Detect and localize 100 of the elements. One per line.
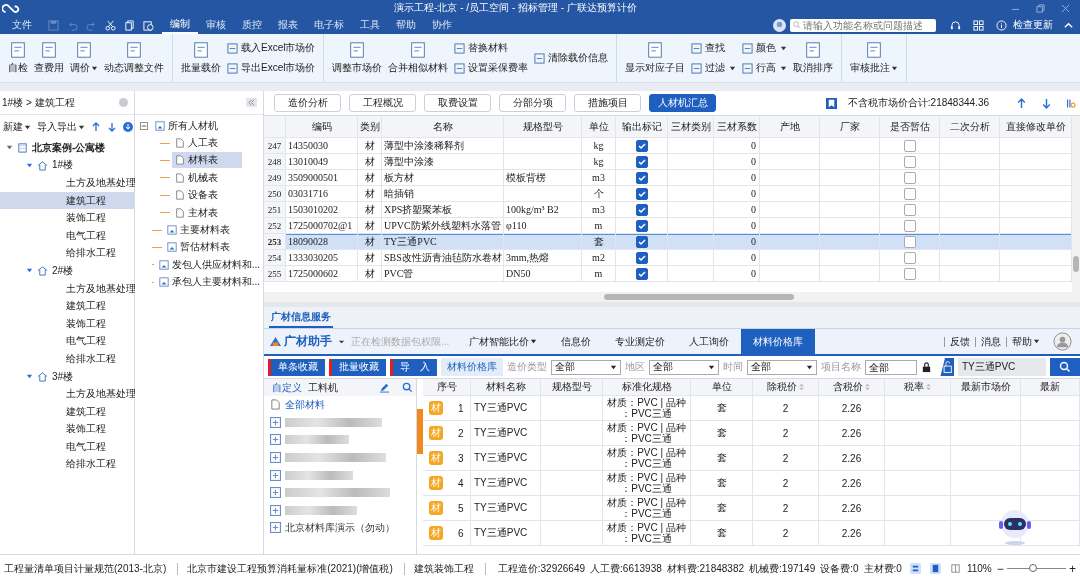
checkbox[interactable] (635, 139, 648, 152)
restore-icon[interactable] (1036, 3, 1045, 13)
checkbox[interactable] (903, 235, 916, 248)
ribbon-button[interactable]: 动态调整文件 (104, 41, 164, 75)
menu-item[interactable]: 报表 (270, 17, 306, 33)
avatar-icon[interactable] (1053, 332, 1072, 351)
view-tab[interactable]: 人材机汇总 (649, 94, 716, 112)
expand-icon[interactable] (270, 469, 281, 481)
caret-icon[interactable] (338, 338, 345, 345)
ribbon-button[interactable]: 调价 (70, 41, 98, 75)
checkbox[interactable] (903, 203, 916, 216)
tree-item[interactable]: 材料表 (172, 152, 242, 169)
dropdown[interactable]: 全部 (649, 359, 719, 375)
table-row[interactable]: 251 1503010202 材 XPS挤塑聚苯板 100kg/m³ B2 m3 0 (264, 202, 1072, 218)
table-row[interactable]: 250 03031716 材 暗插销 个 0 (264, 186, 1072, 202)
view-tab[interactable]: 分部分项 (499, 94, 566, 112)
nav-tab[interactable]: 人工询价 (677, 329, 742, 354)
tree-item[interactable]: 电气工程 (0, 438, 134, 456)
ribbon-button[interactable]: 合并相似材料 (388, 41, 449, 75)
tree-item[interactable]: 装饰工程 (0, 420, 134, 439)
action-button[interactable]: 单条收藏 (268, 358, 325, 376)
checkbox[interactable] (903, 139, 916, 152)
close-icon[interactable] (1061, 3, 1070, 13)
ribbon-button[interactable]: 导出Excel市场价 (227, 61, 316, 75)
tree-item[interactable]: 建筑工程 (0, 402, 134, 421)
collapse-panel-icon[interactable] (246, 98, 257, 107)
tree-item[interactable]: 暂估材料表 (164, 239, 233, 256)
side-tab[interactable]: 自定义 (272, 380, 302, 395)
tree-item[interactable]: 装饰工程 (0, 209, 134, 227)
tree-item[interactable]: 建筑工程 (0, 297, 134, 315)
checkbox[interactable] (635, 203, 648, 216)
ribbon-button[interactable]: 过滤 (691, 61, 737, 75)
ribbon-button[interactable]: 颜色 (742, 41, 788, 55)
layout-icon[interactable] (909, 563, 921, 574)
search-field[interactable]: 请输入功能名称或问题描述 (790, 18, 936, 32)
up-arrow-icon[interactable] (1016, 97, 1027, 109)
nav-tab[interactable]: 信息价 (549, 329, 604, 354)
tree-item[interactable]: 北京案例-公寓楼 (0, 139, 134, 157)
dropdown[interactable]: 全部 (551, 359, 621, 375)
action-button[interactable]: 导 入 (390, 358, 437, 376)
search-icon[interactable] (402, 382, 413, 393)
column-settings-icon[interactable] (1066, 97, 1077, 109)
view-tab[interactable]: 造价分析 (274, 94, 341, 112)
nav-tab[interactable]: 专业测定价 (603, 329, 678, 354)
tree-item[interactable]: 给排水工程 (0, 350, 134, 368)
ribbon-button[interactable]: 设置采保费率 (454, 61, 529, 75)
ribbon-button[interactable]: 自检 (8, 41, 28, 75)
expand-icon[interactable] (270, 522, 281, 534)
zoom-in-button[interactable]: + (1069, 561, 1076, 576)
tree-item[interactable]: 2#楼 (0, 262, 134, 280)
table-row[interactable]: 材 2 TY三通PVC 材质：PVC | 品种 ：PVC三通 套 2 2.26 (423, 421, 1080, 446)
tree-item[interactable]: 给排水工程 (0, 455, 134, 474)
table-row[interactable]: 248 13010049 材 薄型中涂漆 kg 0 (264, 154, 1072, 170)
view-tab[interactable]: 工程概况 (349, 94, 416, 112)
table-row[interactable]: 材 4 TY三通PVC 材质：PVC | 品种 ：PVC三通 套 2 2.26 (423, 471, 1080, 496)
tree-item[interactable]: 承包人主要材料和... (155, 274, 263, 291)
tree-item[interactable]: 机械表 (172, 169, 221, 186)
ribbon-button[interactable]: 行高 (742, 61, 788, 75)
checkbox[interactable] (903, 187, 916, 200)
ribbon-button[interactable]: 载入Excel市场价 (227, 41, 316, 55)
ribbon-button[interactable]: 显示对应子目 (625, 41, 686, 75)
table-row[interactable]: 254 1333030205 材 SBS改性沥青油毡防水卷材 3mm,热熔 m2 0 (264, 250, 1072, 266)
toolbar-button[interactable]: 导入导出 (37, 120, 85, 134)
tree-item[interactable]: 3#楼 (0, 367, 134, 386)
nav-link[interactable]: 消息 (975, 336, 1006, 347)
menu-item[interactable]: 审核 (198, 17, 234, 33)
lock-icon[interactable] (921, 361, 932, 373)
list-item[interactable]: 北京材料库演示（勿动） (285, 520, 395, 535)
table-row[interactable]: 249 3509000501 材 板方材 模板背楞 m3 0 (264, 170, 1072, 186)
nav-link[interactable]: 反馈 (944, 336, 975, 347)
checkbox[interactable] (903, 171, 916, 184)
toolbar-button[interactable]: 新建 (3, 120, 31, 134)
download-icon[interactable] (123, 122, 133, 132)
expand-icon[interactable] (270, 487, 281, 499)
info-icon[interactable] (996, 19, 1007, 31)
expand-icon[interactable] (270, 434, 281, 446)
layout-icon[interactable] (929, 563, 941, 574)
dropdown[interactable]: 全部 (747, 359, 817, 375)
layout-icon[interactable] (949, 563, 961, 574)
tree-item[interactable]: 电气工程 (0, 332, 134, 351)
table-row[interactable]: 247 14350030 材 薄型中涂漆稀释剂 kg 0 (264, 138, 1072, 154)
search-field[interactable]: TY三通PVC (958, 358, 1046, 376)
action-button[interactable]: 批量收藏 (329, 358, 386, 376)
menu-item[interactable]: 协作 (424, 17, 460, 33)
paste-icon[interactable] (143, 19, 154, 31)
avatar-icon[interactable] (773, 18, 786, 32)
headset-icon[interactable] (950, 19, 961, 31)
scrollbar[interactable] (1072, 116, 1080, 292)
table-row[interactable]: 材 3 TY三通PVC 材质：PVC | 品种 ：PVC三通 套 2 2.26 (423, 446, 1080, 471)
tree-item[interactable]: 建筑工程 (0, 191, 134, 210)
ribbon-button[interactable]: 批量载价 (181, 41, 221, 75)
update-button[interactable]: 检查更新 (1013, 18, 1053, 32)
up-arrow-icon[interactable] (91, 122, 101, 132)
tree-item[interactable]: 主要材料表 (164, 222, 233, 239)
nav-tab[interactable]: 广材智能比价 (457, 329, 550, 354)
menu-item[interactable]: 文件 (4, 17, 40, 33)
menu-item[interactable]: 质控 (234, 17, 270, 33)
zoom-out-button[interactable]: − (996, 561, 1004, 576)
tree-item[interactable]: 土方及地基处理 (0, 385, 134, 403)
copy-icon[interactable] (124, 19, 135, 31)
